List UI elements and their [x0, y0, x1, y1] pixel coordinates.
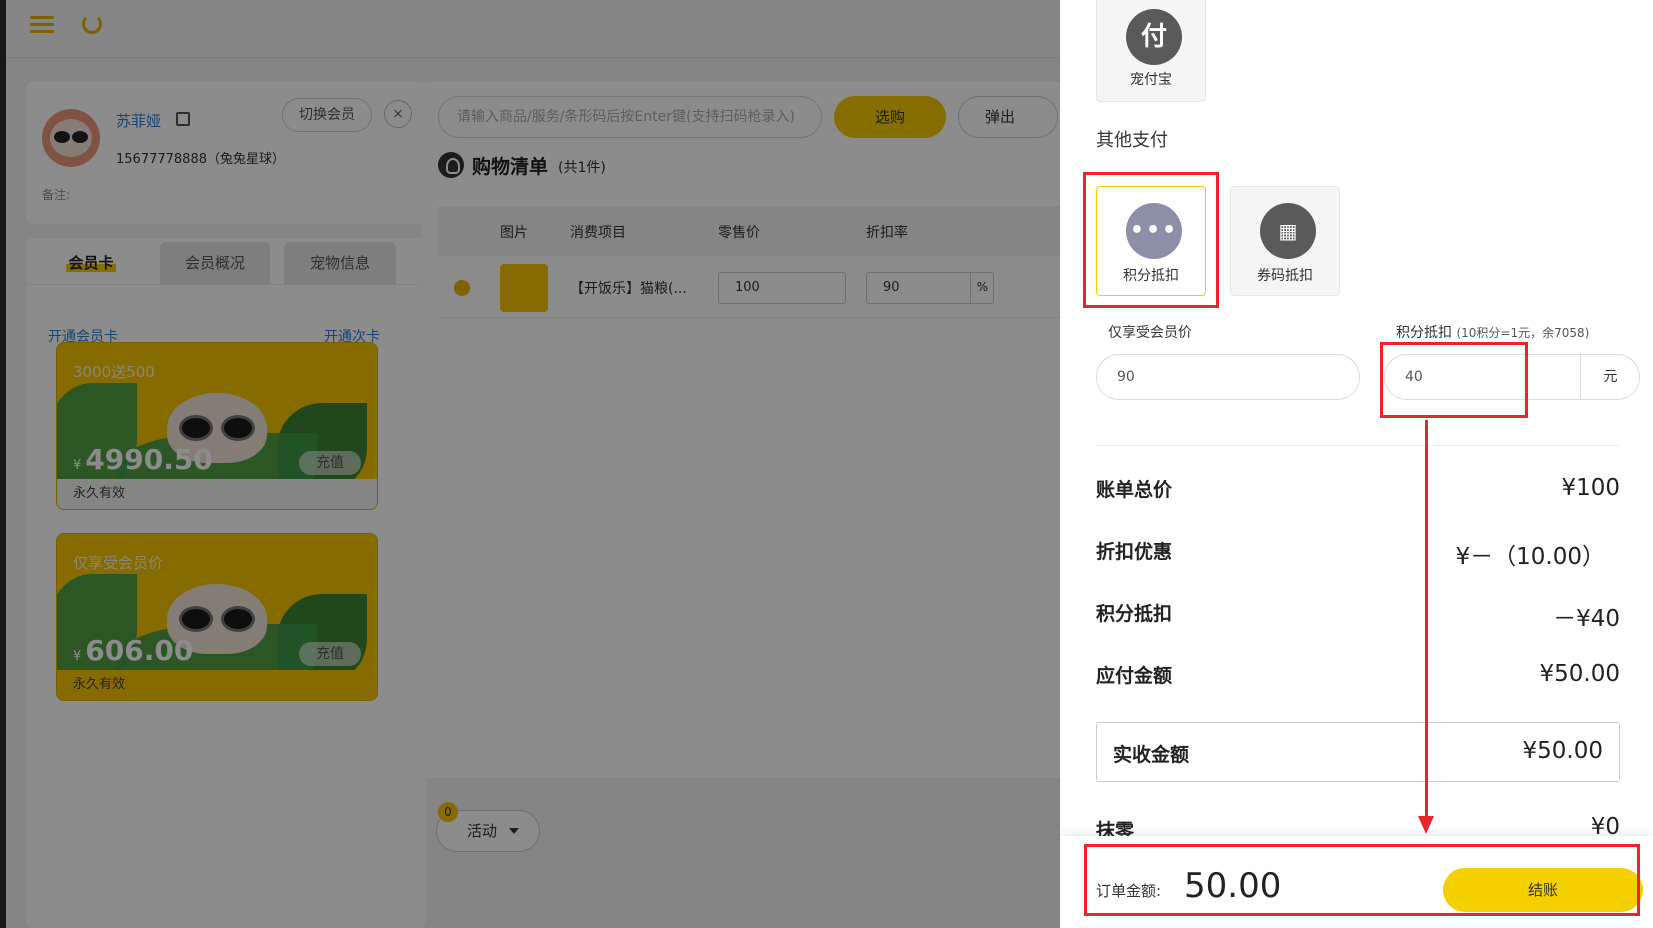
received-value: ¥50.00: [1522, 738, 1603, 764]
pay-icon: 付: [1126, 9, 1182, 65]
coupon-icon: ▦: [1260, 203, 1316, 259]
modal-overlay[interactable]: [0, 0, 1060, 928]
payable-value: ¥50.00: [1539, 661, 1620, 687]
member-price-input[interactable]: 90: [1096, 354, 1360, 400]
points-deduction-summary-label: 积分抵扣: [1096, 603, 1173, 625]
discount-value: ¥－（10.00）: [1455, 544, 1605, 570]
member-price-label: 仅享受会员价: [1108, 325, 1192, 341]
payable-label: 应付金额: [1096, 665, 1173, 687]
pay-method-label: 宠付宝: [1130, 72, 1172, 88]
highlight-box: [1084, 844, 1640, 916]
highlight-box: [1380, 342, 1528, 418]
bill-total-value: ¥100: [1561, 475, 1620, 501]
other-payments-title: 其他支付: [1096, 130, 1168, 151]
pay-method-label: 券码抵扣: [1257, 268, 1313, 284]
pay-method-chongfubao[interactable]: 付 宠付宝: [1096, 0, 1206, 102]
discount-label: 折扣优惠: [1096, 541, 1173, 563]
points-deduction-summary-value: －¥40: [1553, 606, 1620, 632]
yuan-unit: 元: [1580, 355, 1640, 399]
received-amount-field[interactable]: 实收金额 ¥50.00: [1096, 722, 1620, 782]
bill-total-label: 账单总价: [1096, 479, 1173, 501]
pay-method-coupon[interactable]: ▦ 券码抵扣: [1230, 186, 1340, 296]
highlight-box: [1083, 172, 1219, 308]
payment-drawer: 付 宠付宝 其他支付 ••• 积分抵扣 ▦ 券码抵扣 仅享受会员价 积分抵扣 (…: [1060, 0, 1653, 928]
annotation-arrow-head: [1418, 816, 1434, 834]
received-label: 实收金额: [1113, 744, 1190, 766]
annotation-arrow-line: [1425, 420, 1428, 820]
points-deduction-label: 积分抵扣 (10积分=1元，余7058): [1396, 325, 1590, 341]
